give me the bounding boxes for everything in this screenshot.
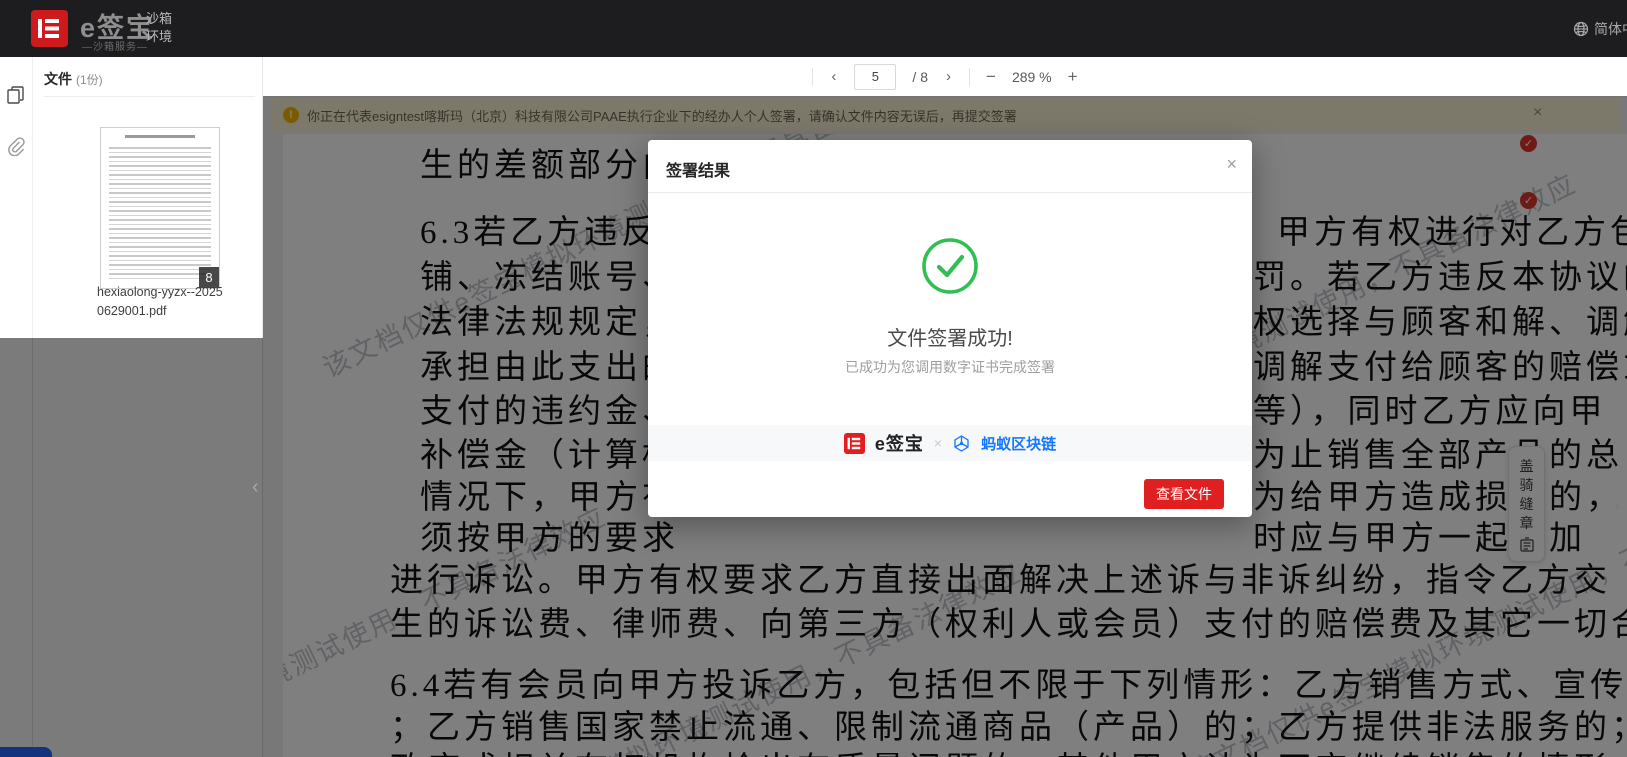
ant-blockchain-label: 蚂蚁区块链 <box>981 433 1056 454</box>
esign-logo-icon <box>31 10 68 47</box>
zoom-in-button[interactable]: + <box>1068 67 1078 87</box>
language-switcher[interactable]: 简体中文 <box>1573 19 1627 39</box>
corner-floating-button[interactable] <box>0 747 52 757</box>
documents-icon[interactable] <box>6 85 26 105</box>
attachment-icon[interactable] <box>6 137 25 156</box>
modal-title: 签署结果 <box>666 157 730 181</box>
view-file-button[interactable]: 查看文件 <box>1144 479 1224 509</box>
files-header: 文件 (1份) <box>44 69 103 89</box>
esign-logo-icon <box>844 433 865 454</box>
esign-brand-label: e签宝 <box>875 430 924 456</box>
sign-result-modal: 签署结果 × 文件签署成功! 已成功为您调用数字证书完成签署 e签宝 × 蚂蚁区… <box>648 140 1252 517</box>
brand-strip: e签宝 × 蚂蚁区块链 <box>648 425 1252 461</box>
toolbar-divider <box>812 68 813 86</box>
top-header-bar: e签宝 —沙箱服务— 沙箱 环境 简体中文 <box>0 0 1627 57</box>
globe-icon <box>1573 21 1589 37</box>
file-name[interactable]: hexiaolong-yyzx--20250629001.pdf <box>97 283 229 321</box>
files-divider <box>44 96 255 97</box>
sidebar-collapse-icon[interactable]: ‹ <box>252 476 259 499</box>
modal-header: 签署结果 × <box>648 140 1252 193</box>
prev-page-button[interactable]: ‹ <box>829 68 838 85</box>
page-total-label: / 8 <box>912 69 928 85</box>
zoom-level-label: 289 % <box>1012 69 1052 85</box>
success-check-icon <box>921 237 979 295</box>
cross-separator: × <box>934 435 942 451</box>
next-page-button[interactable]: › <box>944 68 953 85</box>
brand-subtitle: —沙箱服务— <box>82 38 148 53</box>
viewer-toolbar: ‹ / 8 › − 289 % + <box>263 57 1627 97</box>
rail-divider <box>32 57 33 338</box>
success-description: 已成功为您调用数字证书完成签署 <box>648 357 1252 377</box>
files-title: 文件 <box>44 71 72 87</box>
modal-footer: 查看文件 <box>648 461 1252 517</box>
language-label: 简体中文 <box>1594 19 1627 39</box>
files-count: (1份) <box>76 73 103 87</box>
page-number-input[interactable] <box>854 64 896 90</box>
ant-blockchain-icon <box>952 434 971 453</box>
success-title: 文件签署成功! <box>648 322 1252 351</box>
toolbar-divider <box>969 68 970 86</box>
file-list-panel: 文件 (1份) 8 hexiaolong-yyzx--20250629001.pd… <box>0 57 263 338</box>
file-thumbnail[interactable]: 8 <box>100 127 220 289</box>
environment-label: 沙箱 环境 <box>146 10 172 46</box>
zoom-out-button[interactable]: − <box>986 67 996 87</box>
modal-close-icon[interactable]: × <box>1226 155 1237 173</box>
